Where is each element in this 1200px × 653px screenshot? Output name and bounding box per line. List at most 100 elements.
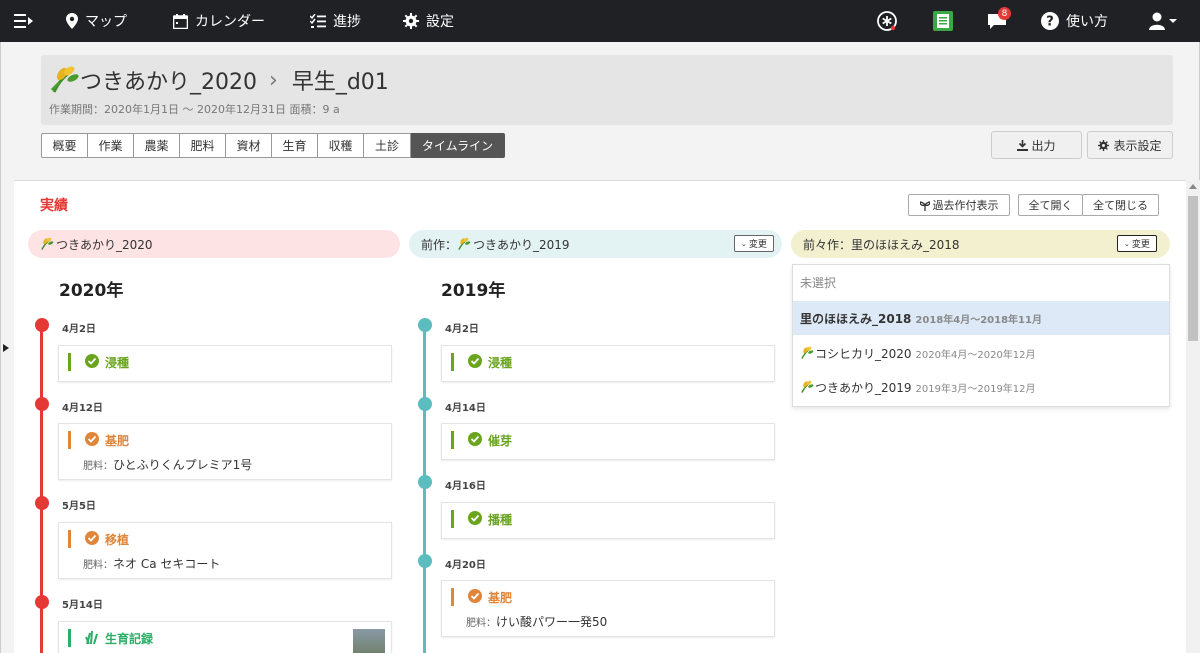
event-color-bar xyxy=(451,510,454,528)
event-card[interactable]: 生育記録 xyxy=(58,621,392,653)
notifications-button[interactable]: 8 xyxy=(987,0,1014,42)
tab-growth[interactable]: 生育 xyxy=(272,133,318,158)
notification-badge: 8 xyxy=(998,7,1011,20)
export-label: 出力 xyxy=(1031,138,1056,153)
nav-calendar[interactable]: カレンダー xyxy=(173,0,265,42)
nav-progress[interactable]: 進捗 xyxy=(310,0,361,42)
menu-toggle-icon[interactable] xyxy=(14,0,41,42)
nav-calendar-label: カレンダー xyxy=(195,14,265,30)
event-card[interactable]: 播種 xyxy=(441,502,775,539)
timeline-dot xyxy=(418,475,432,489)
user-menu[interactable] xyxy=(1149,0,1184,42)
user-icon xyxy=(1149,12,1177,30)
chevron-right-icon: › xyxy=(269,67,278,93)
asterisk-menu-icon[interactable] xyxy=(877,0,904,42)
event-detail-label: 肥料： xyxy=(466,618,496,629)
timeline-line-2019 xyxy=(423,325,426,653)
tab-harvest[interactable]: 収穫 xyxy=(318,133,364,158)
nav-help[interactable]: ? 使い方 xyxy=(1041,0,1108,42)
event-date: 5月14日 xyxy=(62,600,103,611)
event-title: 生育記録 xyxy=(105,632,154,646)
event-color-bar xyxy=(451,353,454,371)
change-before-previous-button[interactable]: ⌄ 変更 xyxy=(1117,235,1157,252)
grass-icon xyxy=(85,630,98,644)
tab-work[interactable]: 作業 xyxy=(88,133,134,158)
event-date: 4月12日 xyxy=(62,403,103,414)
event-card[interactable]: 催芽 xyxy=(441,423,775,460)
event-card[interactable]: 浸種 xyxy=(58,345,392,382)
dropdown-option-none[interactable]: 未選択 xyxy=(793,265,1169,299)
dropdown-option-label: 未選択 xyxy=(800,275,837,290)
help-icon: ? xyxy=(1041,12,1059,30)
check-circle-icon xyxy=(468,511,482,525)
dropdown-option-period: 2020年4月～2020年12月 xyxy=(915,349,1036,361)
timeline-dot xyxy=(35,595,49,609)
chevron-down-icon: ⌄ xyxy=(741,239,747,248)
display-settings-button[interactable]: 表示設定 xyxy=(1087,131,1173,159)
event-card[interactable]: 浸種 xyxy=(441,345,775,382)
check-circle-icon xyxy=(468,589,482,603)
check-circle-icon xyxy=(468,354,482,368)
event-date: 4月14日 xyxy=(445,403,486,414)
column-header-current: つきあかり_2020 xyxy=(28,230,400,258)
column-header-previous-label: つきあかり_2019 xyxy=(473,237,570,252)
rice-plant-icon xyxy=(801,380,814,393)
event-card[interactable]: 基肥 肥料：けい酸パワー一発50 xyxy=(441,580,775,637)
scroll-up-icon[interactable] xyxy=(1189,184,1197,189)
event-color-bar xyxy=(68,353,71,371)
timeline-dot xyxy=(418,397,432,411)
event-date: 4月20日 xyxy=(445,560,486,571)
event-title: 催芽 xyxy=(488,434,513,448)
dropdown-option[interactable]: つきあかり_2019 2019年3月～2019年12月 xyxy=(793,370,1169,404)
column-header-before-previous-label: 里のほほえみ_2018 xyxy=(851,237,960,252)
crop-select-dropdown: 未選択 里のほほえみ_2018 2018年4月～2018年11月 コシヒカリ_2… xyxy=(792,264,1170,407)
rice-plant-icon xyxy=(458,237,471,250)
tab-timeline[interactable]: タイムライン xyxy=(411,133,505,158)
download-icon xyxy=(1017,139,1029,151)
show-past-crops-button[interactable]: 過去作付表示 xyxy=(908,194,1010,216)
dropdown-option-selected[interactable]: 里のほほえみ_2018 2018年4月～2018年11月 xyxy=(793,301,1169,335)
tab-bar: 概要 作業 農薬 肥料 資材 生育 収穫 土診 タイムライン xyxy=(41,133,505,158)
breadcrumb-crop[interactable]: つきあかり_2020 xyxy=(80,64,257,96)
tab-materials[interactable]: 資材 xyxy=(226,133,272,158)
nav-progress-label: 進捗 xyxy=(333,14,361,30)
dropdown-option-label: つきあかり_2019 xyxy=(815,380,912,395)
sidebar-expand-icon[interactable] xyxy=(3,344,9,352)
nav-settings-label: 設定 xyxy=(426,14,454,30)
event-detail: 肥料：けい酸パワー一発50 xyxy=(466,613,607,630)
rice-plant-icon xyxy=(41,237,54,250)
dropdown-option[interactable]: コシヒカリ_2020 2020年4月～2020年12月 xyxy=(793,336,1169,370)
export-button[interactable]: 出力 xyxy=(991,131,1082,159)
breadcrumb: つきあかり_2020 › 早生_d01 xyxy=(50,64,389,96)
nav-map-label: マップ xyxy=(85,14,127,30)
map-pin-icon xyxy=(66,13,78,29)
event-color-bar xyxy=(68,530,71,548)
nav-map[interactable]: マップ xyxy=(66,0,127,42)
tab-pesticide[interactable]: 農薬 xyxy=(134,133,180,158)
event-detail-value: ひとふりくんプレミア1号 xyxy=(113,458,253,472)
field-book-icon[interactable] xyxy=(933,0,960,42)
event-detail-label: 肥料： xyxy=(83,560,113,571)
gear-icon xyxy=(1098,139,1110,151)
event-date: 4月2日 xyxy=(445,324,479,335)
event-card[interactable]: 基肥 肥料：ひとふりくんプレミア1号 xyxy=(58,423,392,480)
event-detail-label: 肥料： xyxy=(83,461,113,472)
event-title: 移植 xyxy=(105,533,130,547)
dropdown-option-period: 2019年3月～2019年12月 xyxy=(915,383,1036,395)
photo-thumbnail[interactable] xyxy=(353,629,385,653)
collapse-all-button[interactable]: 全て閉じる xyxy=(1082,194,1159,216)
change-previous-button[interactable]: ⌄ 変更 xyxy=(734,235,774,252)
expand-all-button[interactable]: 全て開く xyxy=(1018,194,1083,216)
scroll-thumb[interactable] xyxy=(1188,196,1198,341)
tab-overview[interactable]: 概要 xyxy=(41,133,88,158)
event-date: 4月2日 xyxy=(62,324,96,335)
sprout-icon xyxy=(919,200,930,211)
nav-settings[interactable]: 設定 xyxy=(403,0,454,42)
event-card[interactable]: 移植 肥料：ネオ Ca セキコート xyxy=(58,522,392,579)
tab-soil[interactable]: 土診 xyxy=(364,133,411,158)
period-meta: 作業期間：2020年1月1日 ～ 2020年12月31日 面積：9 a xyxy=(49,103,340,116)
rice-plant-icon xyxy=(801,346,814,359)
tab-fertilizer[interactable]: 肥料 xyxy=(180,133,226,158)
column-header-previous: 前作： つきあかり_2019 xyxy=(409,230,782,258)
event-title: 浸種 xyxy=(105,356,130,370)
